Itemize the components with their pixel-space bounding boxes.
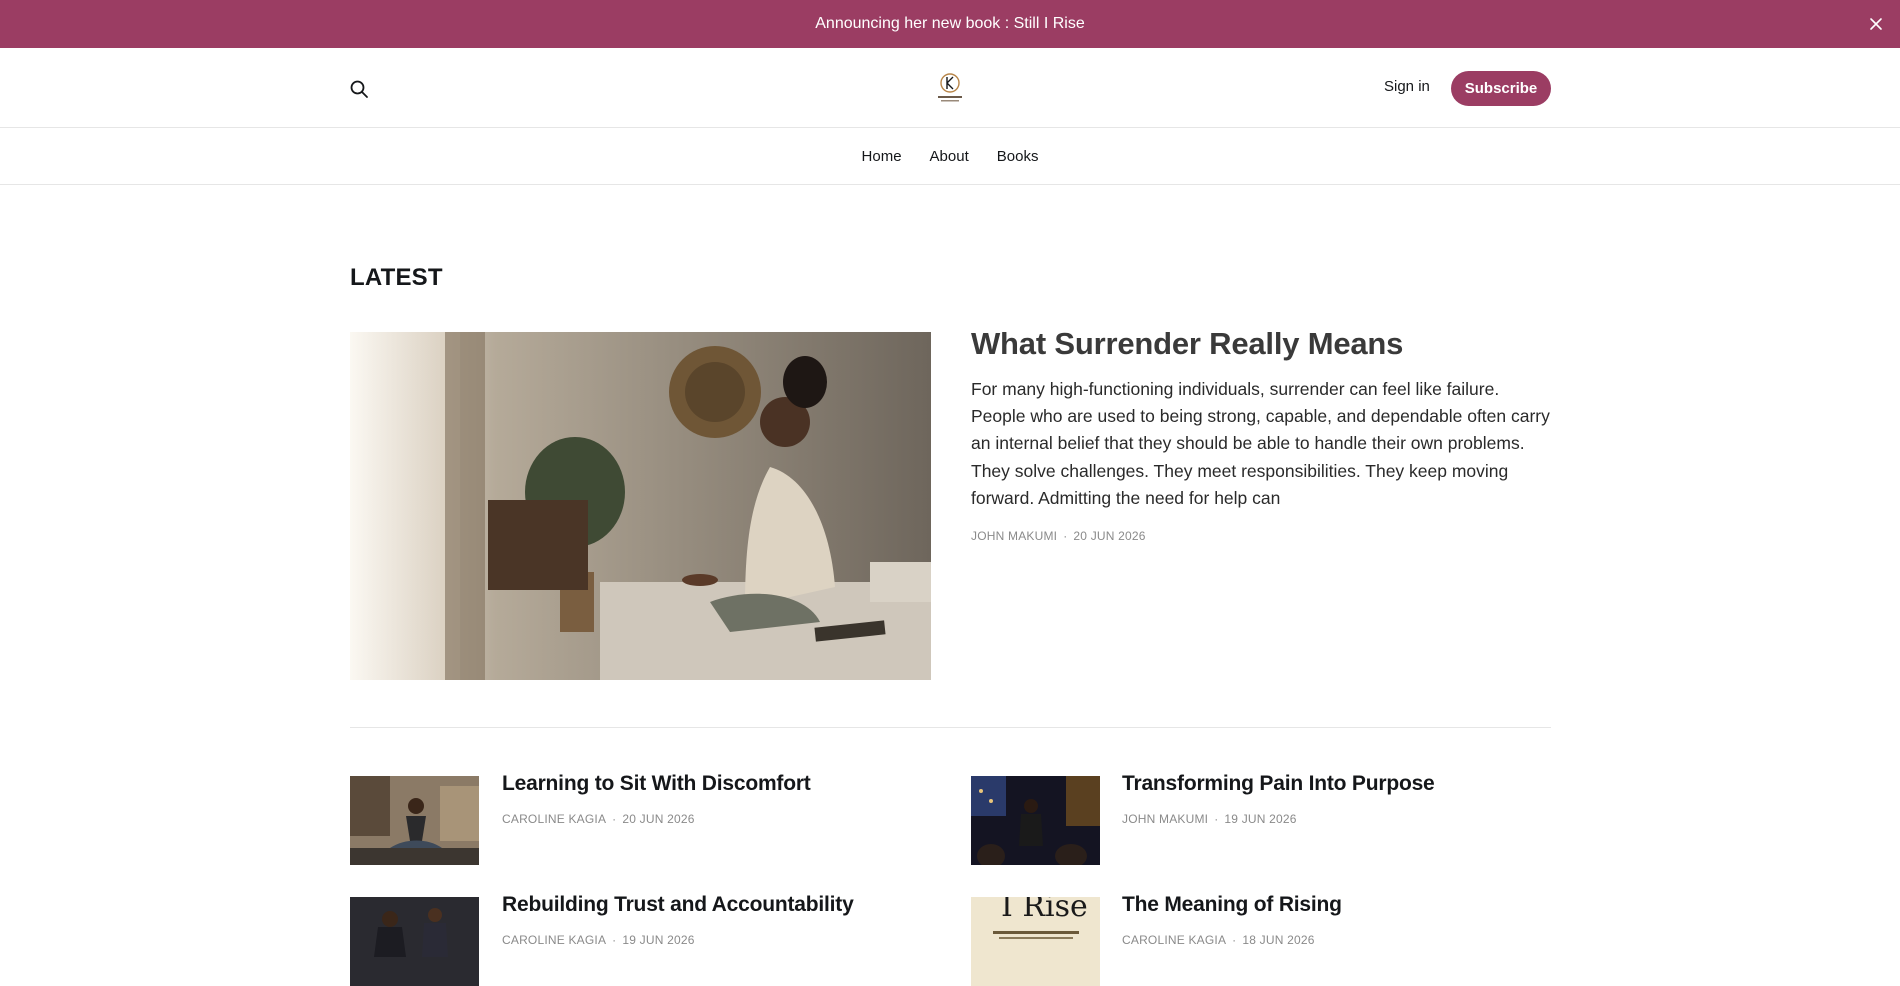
post-author: JOHN MAKUMI <box>971 529 1058 543</box>
featured-post-title[interactable]: What Surrender Really Means <box>971 326 1551 362</box>
post-meta: JOHN MAKUMI · 19 JUN 2026 <box>1122 812 1297 826</box>
announcement-text[interactable]: Announcing her new book : Still I Rise <box>815 15 1084 33</box>
post-author: CAROLINE KAGIA <box>1122 933 1227 947</box>
nav-item-books[interactable]: Books <box>997 148 1039 165</box>
book-cover-line <box>993 931 1079 934</box>
announcement-bar: Announcing her new book : Still I Rise <box>0 0 1900 48</box>
close-icon[interactable] <box>1866 14 1886 34</box>
meta-separator: · <box>612 933 617 947</box>
search-icon[interactable] <box>346 76 372 102</box>
post-date: 19 JUN 2026 <box>1224 812 1297 826</box>
featured-post-meta: JOHN MAKUMI · 20 JUN 2026 <box>971 529 1146 543</box>
featured-post-image[interactable] <box>350 332 931 680</box>
site-logo[interactable] <box>929 68 971 110</box>
post-date: 19 JUN 2026 <box>622 933 695 947</box>
nav-item-home[interactable]: Home <box>862 148 902 165</box>
post-thumbnail[interactable] <box>350 776 479 865</box>
meta-separator: · <box>612 812 617 826</box>
post-title[interactable]: Transforming Pain Into Purpose <box>1122 772 1435 796</box>
post-title[interactable]: Learning to Sit With Discomfort <box>502 772 811 796</box>
post-thumbnail[interactable] <box>971 776 1100 865</box>
post-meta: CAROLINE KAGIA · 18 JUN 2026 <box>1122 933 1315 947</box>
post-author: CAROLINE KAGIA <box>502 933 607 947</box>
sign-in-link[interactable]: Sign in <box>1384 76 1430 98</box>
post-date: 20 JUN 2026 <box>1073 529 1146 543</box>
section-title: LATEST <box>350 264 443 291</box>
post-title[interactable]: Rebuilding Trust and Accountability <box>502 893 854 917</box>
meta-separator: · <box>1232 933 1237 947</box>
subscribe-button[interactable]: Subscribe <box>1451 71 1551 106</box>
site-header: Sign in Subscribe <box>0 48 1900 128</box>
post-author: JOHN MAKUMI <box>1122 812 1209 826</box>
post-meta: CAROLINE KAGIA · 19 JUN 2026 <box>502 933 695 947</box>
meta-separator: · <box>1214 812 1219 826</box>
post-meta: CAROLINE KAGIA · 20 JUN 2026 <box>502 812 695 826</box>
post-date: 18 JUN 2026 <box>1242 933 1315 947</box>
main-nav: Home About Books <box>0 129 1900 185</box>
book-cover-line <box>999 937 1073 939</box>
post-author: CAROLINE KAGIA <box>502 812 607 826</box>
nav-item-about[interactable]: About <box>930 148 969 165</box>
featured-post-excerpt: For many high-functioning individuals, s… <box>971 379 1550 508</box>
post-title[interactable]: The Meaning of Rising <box>1122 893 1342 917</box>
section-divider <box>350 727 1551 728</box>
meta-separator: · <box>1063 529 1068 543</box>
post-date: 20 JUN 2026 <box>622 812 695 826</box>
book-cover-title: I Rise <box>1001 897 1088 924</box>
